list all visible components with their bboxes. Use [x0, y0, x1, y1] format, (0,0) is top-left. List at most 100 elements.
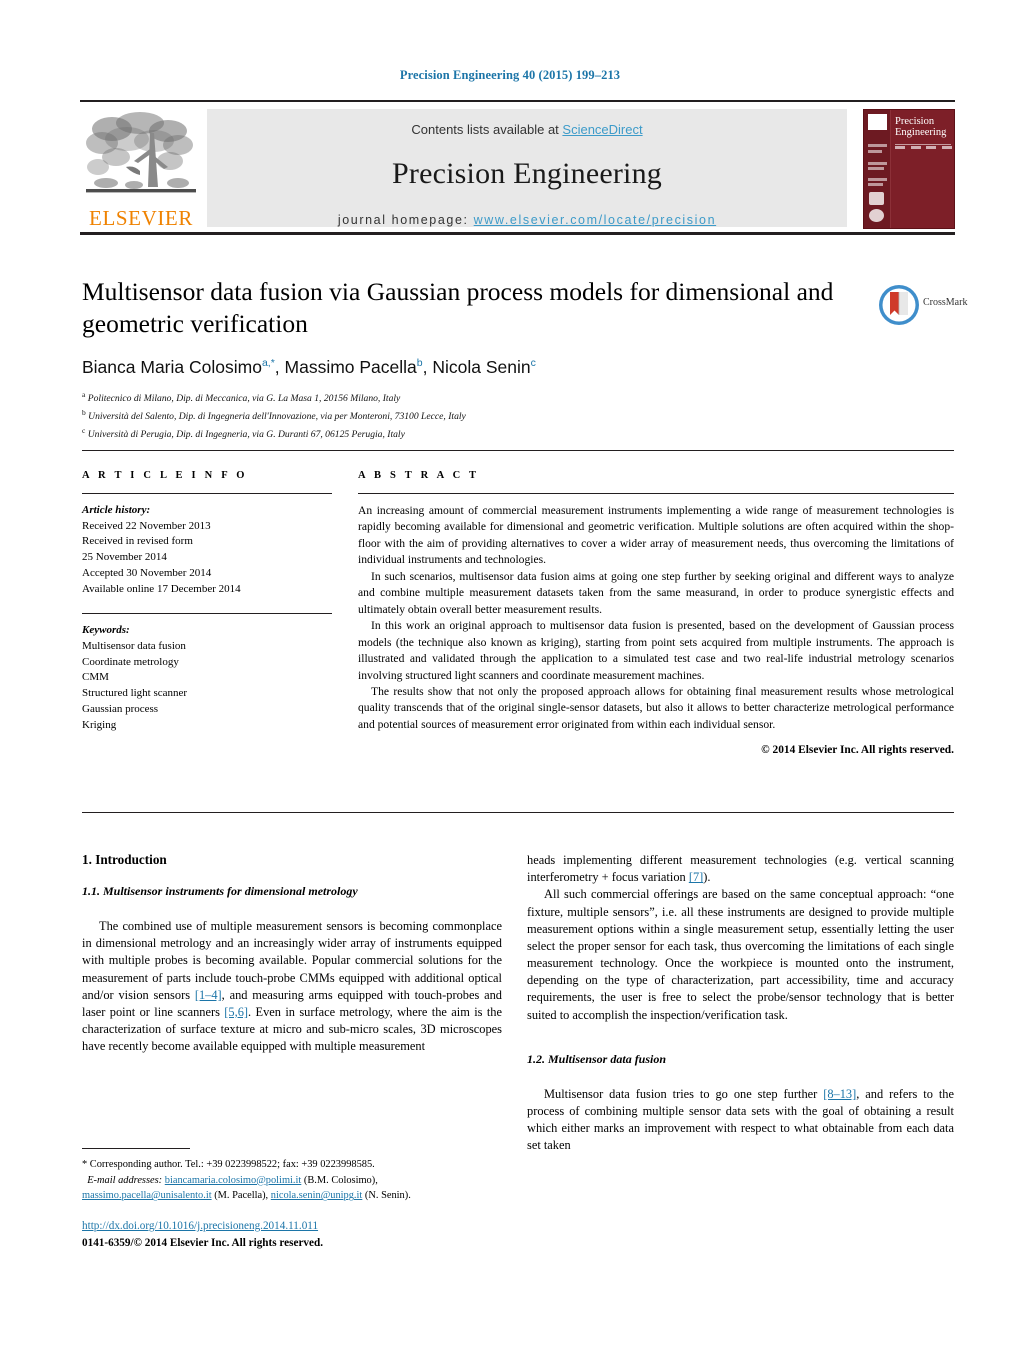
cover-side-bar-1: [868, 144, 887, 147]
affiliation-mark: b: [82, 408, 86, 418]
cover-side-bar-2: [868, 150, 882, 153]
journal-masthead: ELSEVIER Contents lists available at Sci…: [80, 100, 955, 235]
journal-homepage-link[interactable]: www.elsevier.com/locate/precision: [474, 213, 716, 227]
cover-keyword-marks: [895, 146, 952, 149]
cover-publisher-mark: [868, 114, 887, 130]
citation-link-5-6[interactable]: [5,6]: [224, 1005, 248, 1019]
affiliation-text: Politecnico di Milano, Dip. di Meccanica…: [87, 393, 401, 405]
doi-link[interactable]: http://dx.doi.org/10.1016/j.precisioneng…: [82, 1220, 318, 1232]
keyword-item: Kriging: [82, 718, 117, 731]
history-item: Received in revised form: [82, 535, 193, 548]
history-item: Accepted 30 November 2014: [82, 566, 212, 579]
corresponding-author-note: * Corresponding author. Tel.: +39 022399…: [82, 1159, 375, 1170]
affiliation-item: c Università di Perugia, Dip. di Ingegne…: [82, 425, 872, 443]
citation-link-1-4[interactable]: [1–4]: [195, 988, 222, 1002]
body-text-right: heads implementing different measurement…: [527, 852, 954, 1024]
abstract-band-top-rule: [82, 450, 954, 452]
citation-link-8-13[interactable]: [8–13]: [823, 1087, 856, 1101]
abstract-band-bottom-rule: [82, 812, 954, 814]
citation-link-7[interactable]: [7]: [689, 870, 703, 884]
section-heading-1: 1. Introduction: [82, 852, 167, 867]
footnote-rule: [82, 1148, 190, 1149]
article-info-rule: [82, 493, 332, 494]
affiliation-mark: a: [82, 390, 86, 400]
doi-block: http://dx.doi.org/10.1016/j.precisioneng…: [82, 1218, 542, 1252]
homepage-label: journal homepage:: [337, 213, 474, 227]
article-history-group: Article history: Received 22 November 20…: [82, 503, 332, 597]
title-block: Multisensor data fusion via Gaussian pro…: [82, 276, 872, 443]
keywords-rule: [82, 613, 332, 615]
keyword-item: Multisensor data fusion: [82, 640, 186, 653]
journal-article-first-page: Precision Engineering 40 (2015) 199–213: [0, 0, 1020, 1351]
journal-info-panel: Contents lists available at ScienceDirec…: [207, 109, 847, 227]
keywords-group: Keywords: Multisensor data fusion Coordi…: [82, 623, 332, 733]
cover-journal-title: Precision Engineering: [895, 116, 946, 138]
paragraph-part: heads implementing different measurement…: [527, 853, 954, 885]
keyword-item: Coordinate metrology: [82, 655, 179, 668]
journal-homepage-line: journal homepage: www.elsevier.com/locat…: [207, 213, 847, 227]
cover-side-bar-6: [868, 183, 883, 186]
abstract-paragraph: In this work an original approach to mul…: [358, 619, 954, 682]
author-affiliation-mark: c: [530, 357, 536, 370]
article-history-label: Article history:: [82, 504, 151, 516]
abstract-rule: [358, 493, 954, 494]
masthead-top-rule: [80, 100, 955, 103]
email-owner-name: (M. Pacella),: [211, 1190, 269, 1202]
keyword-item: Structured light scanner: [82, 687, 188, 700]
affiliation-item: a Politecnico di Milano, Dip. di Meccani…: [82, 389, 872, 407]
elsevier-tree-icon: [86, 112, 196, 193]
abstract-body: An increasing amount of commercial measu…: [358, 503, 954, 733]
email-link-pacella[interactable]: massimo.pacella@unisalento.it: [82, 1190, 212, 1201]
elsevier-logo: ELSEVIER: [82, 109, 200, 229]
cover-title-line-1: Precision: [895, 116, 935, 127]
affiliation-text: Università del Salento, Dip. di Ingegner…: [88, 411, 466, 423]
article-info-heading: A R T I C L E I N F O: [82, 470, 248, 481]
body-paragraph: heads implementing different measurement…: [527, 852, 954, 886]
author-name: Bianca Maria Colosimo: [82, 357, 262, 378]
cover-rule: [895, 144, 951, 145]
crossmark-icon[interactable]: [878, 284, 920, 326]
crossmark-badge[interactable]: CrossMark: [878, 284, 967, 326]
footnote-body: * Corresponding author. Tel.: +39 022399…: [82, 1157, 502, 1204]
cover-side-bar-4: [868, 167, 884, 170]
paragraph-part: Multisensor data fusion tries to go one …: [544, 1086, 824, 1101]
contents-lists-label: Contents lists available at: [411, 122, 563, 137]
body-paragraph: All such commercial offerings are based …: [527, 887, 954, 1022]
cover-side-bar-3: [868, 162, 887, 165]
author-name: Nicola Senin: [432, 357, 531, 378]
email-addresses-label: E-mail addresses:: [87, 1174, 163, 1186]
issn-copyright-line: 0141-6359/© 2014 Elsevier Inc. All right…: [82, 1236, 323, 1249]
keywords-label: Keywords:: [82, 624, 130, 637]
elsevier-wordmark: ELSEVIER: [89, 206, 193, 230]
abstract-heading: A B S T R A C T: [358, 470, 480, 481]
journal-cover-thumbnail: Precision Engineering: [863, 109, 955, 229]
body-paragraph: Multisensor data fusion tries to go one …: [527, 1086, 954, 1155]
history-item: Received 22 November 2013: [82, 519, 211, 532]
abstract-paragraph: In such scenarios, multisensor data fusi…: [358, 569, 954, 616]
keyword-item: CMM: [82, 671, 109, 684]
author-separator: ,: [274, 357, 285, 378]
email-link-colosimo[interactable]: biancamaria.colosimo@polimi.it: [165, 1175, 302, 1186]
paragraph-part: ).: [703, 870, 711, 885]
footnote-block: * Corresponding author. Tel.: +39 022399…: [82, 1148, 502, 1204]
sciencedirect-link[interactable]: ScienceDirect: [562, 122, 642, 137]
affiliation-mark: c: [82, 426, 86, 436]
affiliation-item: b Università del Salento, Dip. di Ingegn…: [82, 407, 872, 425]
email-link-senin[interactable]: nicola.senin@unipg.it: [271, 1190, 363, 1201]
body-text-right-2: Multisensor data fusion tries to go one …: [527, 1086, 954, 1155]
contents-lists-line: Contents lists available at ScienceDirec…: [207, 122, 847, 137]
abstract-paragraph: The results show that not only the propo…: [358, 684, 954, 731]
email-owner-name: (B.M. Colosimo),: [301, 1174, 378, 1186]
affiliation-text: Università di Perugia, Dip. di Ingegneri…: [87, 429, 405, 441]
running-head: Precision Engineering 40 (2015) 199–213: [399, 68, 621, 82]
email-owner-name: (N. Senin).: [362, 1190, 411, 1202]
body-paragraph: The combined use of multiple measurement…: [82, 918, 502, 1055]
body-text-left: The combined use of multiple measurement…: [82, 918, 502, 1055]
article-info-column: A R T I C L E I N F O Article history: R…: [82, 470, 332, 733]
abstract-paragraph: An increasing amount of commercial measu…: [358, 504, 954, 567]
cover-figure-icon-2: [869, 209, 884, 222]
masthead-bottom-rule: [80, 231, 955, 235]
affiliation-list: a Politecnico di Milano, Dip. di Meccani…: [82, 389, 872, 443]
history-item: 25 November 2014: [82, 551, 167, 564]
abstract-column: A B S T R A C T An increasing amount of …: [358, 470, 954, 756]
